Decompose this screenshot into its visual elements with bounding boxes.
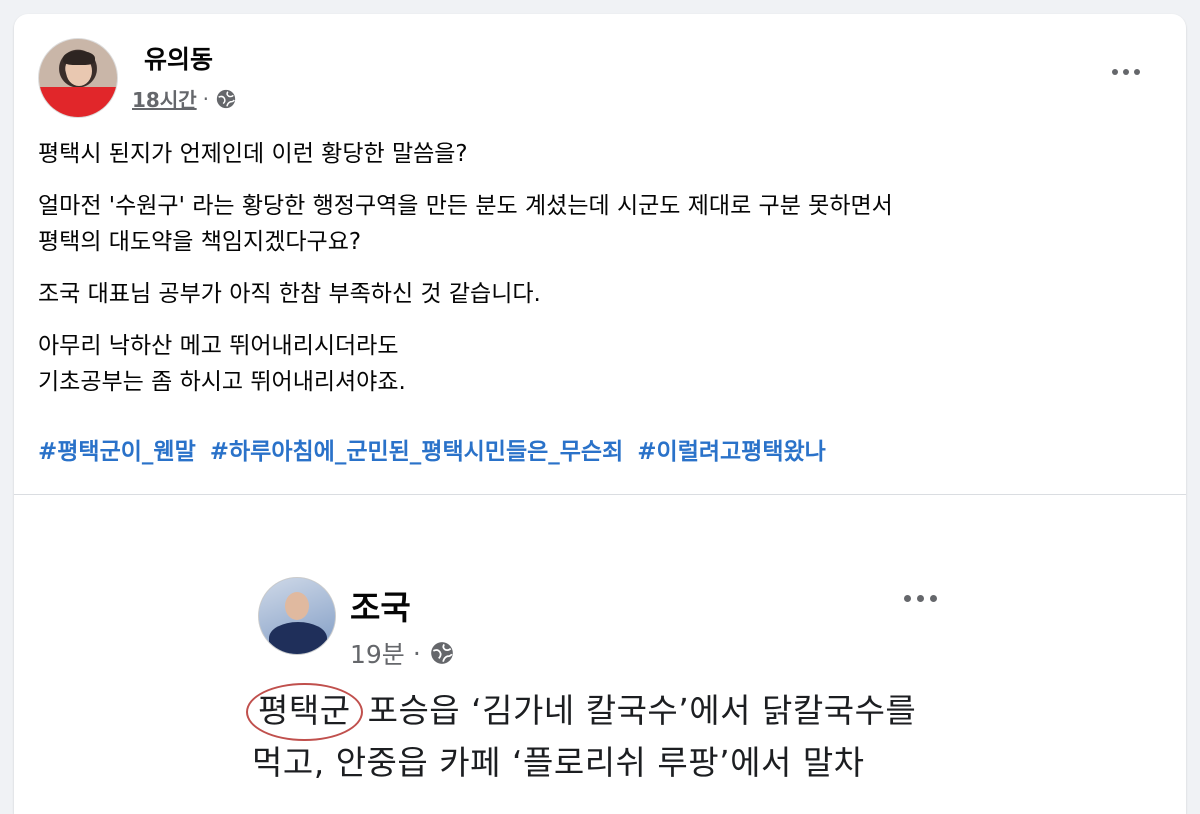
shared-author-avatar bbox=[258, 577, 336, 655]
post-meta: 18시간 · bbox=[132, 84, 237, 113]
shared-line-1-rest: 포승읍 ‘김가네 칼국수’에서 닭칼국수를 bbox=[356, 691, 917, 730]
shared-post-text: 평택군 포승읍 ‘김가네 칼국수’에서 닭칼국수를 먹고, 안중읍 카페 ‘플로… bbox=[246, 683, 917, 789]
meta-separator: · bbox=[412, 638, 421, 668]
shared-screenshot[interactable]: 조국 19분 · 평택군 포승읍 ‘김가네 칼국수’에서 닭칼국수를 먹고, 안… bbox=[14, 495, 1186, 814]
post-paragraph: 얼마전 '수원구' 라는 황당한 행정구역을 만든 분도 계셨는데 시군도 제대… bbox=[38, 193, 893, 255]
hashtag-link[interactable]: #평택군이_웬말 bbox=[38, 439, 196, 465]
post-card: 유의동 18시간 · 평택시 된지가 언제인데 이런 황당한 말씀을? 얼마전 … bbox=[14, 14, 1186, 814]
globe-icon bbox=[216, 89, 236, 108]
shared-timestamp: 19분 bbox=[350, 640, 405, 669]
author-avatar[interactable] bbox=[38, 38, 118, 118]
circled-word: 평택군 bbox=[246, 683, 363, 741]
post-header: 유의동 18시간 · bbox=[14, 14, 1186, 124]
hashtag-list: #평택군이_웬말 #하루아침에_군민된_평택시민들은_무슨죄 #이럴려고평택왔나 bbox=[38, 432, 832, 466]
post-body: 평택시 된지가 언제인데 이런 황당한 말씀을? 얼마전 '수원구' 라는 황당… bbox=[38, 136, 1162, 416]
post-paragraph: 조국 대표님 공부가 아직 한참 부족하신 것 같습니다. bbox=[38, 281, 541, 307]
shared-line-2: 먹고, 안중읍 카페 ‘플로리쉬 루팡’에서 말차 bbox=[252, 743, 865, 782]
author-name[interactable]: 유의동 bbox=[144, 40, 213, 76]
post-paragraph: 평택시 된지가 언제인데 이런 황당한 말씀을? bbox=[38, 141, 468, 167]
more-options-icon bbox=[904, 595, 937, 602]
meta-separator: · bbox=[202, 86, 209, 111]
shared-line-1: 평택군 포승읍 ‘김가네 칼국수’에서 닭칼국수를 bbox=[246, 683, 917, 741]
post-timestamp[interactable]: 18시간 bbox=[132, 84, 197, 113]
hashtag-link[interactable]: #이럴려고평택왔나 bbox=[637, 439, 826, 465]
globe-icon bbox=[430, 642, 453, 664]
shared-author-name: 조국 bbox=[350, 588, 411, 627]
more-options-icon[interactable] bbox=[1106, 60, 1146, 84]
post-paragraph: 아무리 낙하산 메고 뛰어내리시더라도 기초공부는 좀 하시고 뛰어내리셔야죠. bbox=[38, 333, 406, 395]
shared-meta: 19분 · bbox=[350, 635, 455, 671]
hashtag-link[interactable]: #하루아침에_군민된_평택시민들은_무슨죄 bbox=[210, 439, 624, 465]
